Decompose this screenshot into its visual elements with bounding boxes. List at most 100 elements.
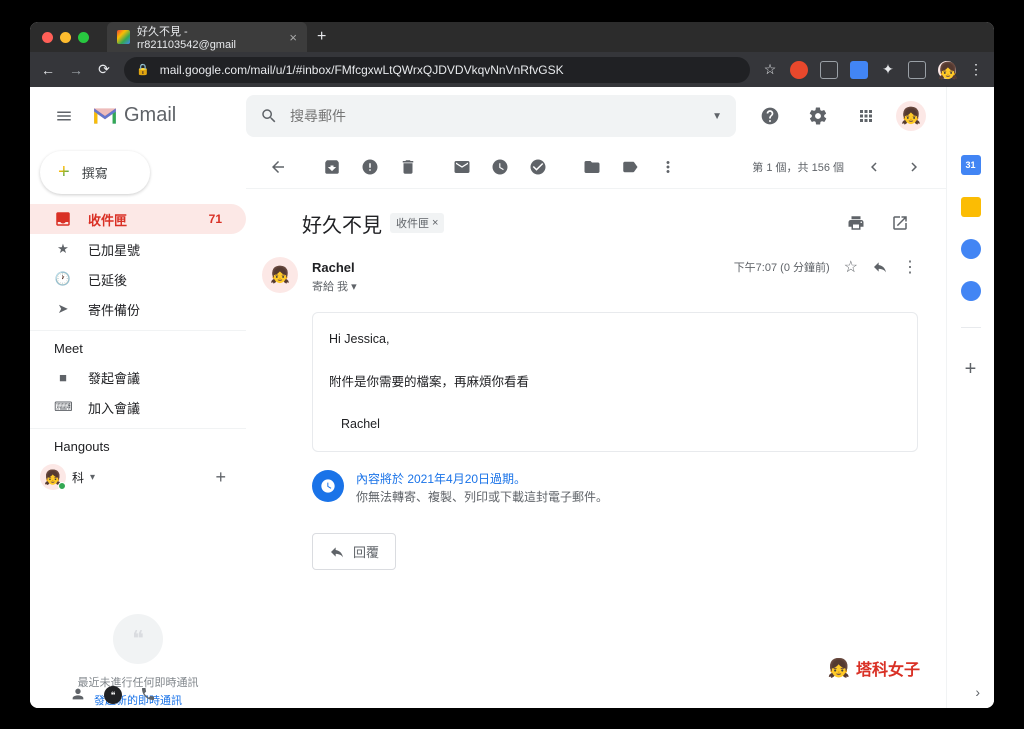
confidential-banner: 內容將於 2021年4月20日過期。 你無法轉寄、複製、列印或下載這封電子郵件。 <box>312 466 918 509</box>
hangouts-section: Hangouts <box>30 428 246 460</box>
mark-unread-button[interactable] <box>444 149 480 185</box>
nav-inbox-label: 收件匣 <box>88 210 127 229</box>
snooze-button[interactable] <box>482 149 518 185</box>
search-box[interactable]: ▼ <box>246 95 736 137</box>
move-button[interactable] <box>574 149 610 185</box>
meet-join-label: 加入會議 <box>88 398 140 417</box>
chat-bubble-icon: ❝ <box>113 614 163 664</box>
new-tab-button[interactable]: + <box>317 28 326 46</box>
ext-1[interactable] <box>790 61 808 79</box>
gmail-logo[interactable]: Gmail <box>92 104 176 127</box>
contacts-addon[interactable] <box>961 281 981 301</box>
nav-starred[interactable]: ★ 已加星號 <box>30 234 246 264</box>
meet-start[interactable]: ■ 發起會議 <box>30 362 246 392</box>
brand-text: 塔科女子 <box>856 656 920 680</box>
back-to-inbox[interactable] <box>260 149 296 185</box>
reload-button[interactable]: ⟳ <box>96 61 112 78</box>
hangouts-person-icon[interactable] <box>70 686 86 704</box>
meet-section: Meet <box>30 330 246 362</box>
reply-label: 回覆 <box>353 542 379 561</box>
hangouts-add[interactable]: + <box>215 467 236 488</box>
support-button[interactable] <box>752 98 788 134</box>
inbox-icon <box>54 210 72 228</box>
compose-label: 撰寫 <box>82 163 108 182</box>
sender-avatar: 👧 <box>262 257 298 293</box>
video-icon: ■ <box>54 370 72 385</box>
nav-inbox[interactable]: 收件匣 71 <box>30 204 246 234</box>
get-addons[interactable]: + <box>965 358 977 381</box>
email-to[interactable]: 寄給 我 ▾ <box>312 278 918 294</box>
search-dropdown-icon[interactable]: ▼ <box>712 111 722 122</box>
address-bar[interactable]: 🔒 mail.google.com/mail/u/1/#inbox/FMfcgx… <box>124 57 750 83</box>
labels-button[interactable] <box>612 149 648 185</box>
tasks-addon[interactable] <box>961 239 981 259</box>
browser-tab[interactable]: 好久不見 - rr821103542@gmail × <box>107 22 307 52</box>
url-bar: ← → ⟳ 🔒 mail.google.com/mail/u/1/#inbox/… <box>30 52 994 87</box>
compose-button[interactable]: + 撰寫 <box>40 151 150 195</box>
next-button[interactable] <box>896 149 932 185</box>
popout-button[interactable] <box>882 205 918 241</box>
star-email-icon[interactable]: ☆ <box>844 257 858 277</box>
archive-button[interactable] <box>314 149 350 185</box>
ext-cast[interactable] <box>908 61 926 79</box>
account-avatar[interactable]: 👧 <box>896 101 926 131</box>
print-button[interactable] <box>838 205 874 241</box>
close-window[interactable] <box>42 32 53 43</box>
apps-button[interactable] <box>848 98 884 134</box>
nav-snoozed-label: 已延後 <box>88 270 127 289</box>
spam-button[interactable] <box>352 149 388 185</box>
clock-icon: 🕐 <box>54 271 72 287</box>
reply-button[interactable]: 回覆 <box>312 533 396 570</box>
extensions: ✦ 👧 ⋮ <box>790 61 984 79</box>
profile-avatar[interactable]: 👧 <box>938 61 956 79</box>
tasks-button[interactable] <box>520 149 556 185</box>
back-button[interactable]: ← <box>40 62 56 78</box>
remove-label-icon[interactable]: × <box>432 217 438 229</box>
ext-pocket[interactable] <box>820 61 838 79</box>
maximize-window[interactable] <box>78 32 89 43</box>
url-text: mail.google.com/mail/u/1/#inbox/FMfcgxwL… <box>160 63 564 77</box>
label-chip[interactable]: 收件匣 × <box>390 213 444 233</box>
collapse-sidepanel[interactable]: › <box>975 684 980 700</box>
email-more-icon[interactable]: ⋮ <box>902 257 918 277</box>
delete-button[interactable] <box>390 149 426 185</box>
gmail-favicon <box>117 30 130 44</box>
hangouts-user[interactable]: 👧 科 ▾ + <box>30 460 246 494</box>
browser-titlebar: 好久不見 - rr821103542@gmail × + <box>30 22 994 52</box>
hangouts-phone-icon[interactable] <box>140 686 156 704</box>
watermark-brand: 👧 塔科女子 <box>828 656 920 680</box>
settings-button[interactable] <box>800 98 836 134</box>
search-input[interactable] <box>290 108 700 124</box>
prev-button[interactable] <box>856 149 892 185</box>
inbox-count: 71 <box>209 212 222 226</box>
chrome-menu[interactable]: ⋮ <box>968 61 984 78</box>
more-button[interactable] <box>650 149 686 185</box>
minimize-window[interactable] <box>60 32 71 43</box>
search-icon <box>260 107 278 125</box>
nav-sent[interactable]: ➤ 寄件備份 <box>30 294 246 324</box>
main-menu-button[interactable] <box>44 96 84 136</box>
pagination-text: 第 1 個，共 156 個 <box>752 159 844 175</box>
reply-icon[interactable] <box>872 259 888 275</box>
ext-d[interactable] <box>850 61 868 79</box>
bookmark-icon[interactable]: ☆ <box>762 61 778 78</box>
forward-button[interactable]: → <box>68 62 84 78</box>
nav-snoozed[interactable]: 🕐 已延後 <box>30 264 246 294</box>
confidential-icon <box>312 470 344 502</box>
meet-start-label: 發起會議 <box>88 368 140 387</box>
send-icon: ➤ <box>54 301 72 317</box>
meet-join[interactable]: ⌨ 加入會議 <box>30 392 246 422</box>
keyboard-icon: ⌨ <box>54 399 72 415</box>
hangouts-chat-icon[interactable]: ❝ <box>104 686 122 704</box>
user-name: 科 <box>72 469 84 486</box>
calendar-addon[interactable]: 31 <box>961 155 981 175</box>
body-line-1: Hi Jessica, <box>329 329 901 350</box>
keep-addon[interactable] <box>961 197 981 217</box>
side-panel: 31 + <box>946 87 994 708</box>
label-text: 收件匣 <box>396 215 429 231</box>
close-tab-icon[interactable]: × <box>289 30 297 45</box>
email-timestamp: 下午7:07 (0 分鐘前) <box>734 259 830 275</box>
nav-starred-label: 已加星號 <box>88 240 140 259</box>
ext-menu[interactable]: ✦ <box>880 61 896 78</box>
tab-title: 好久不見 - rr821103542@gmail <box>137 23 278 51</box>
